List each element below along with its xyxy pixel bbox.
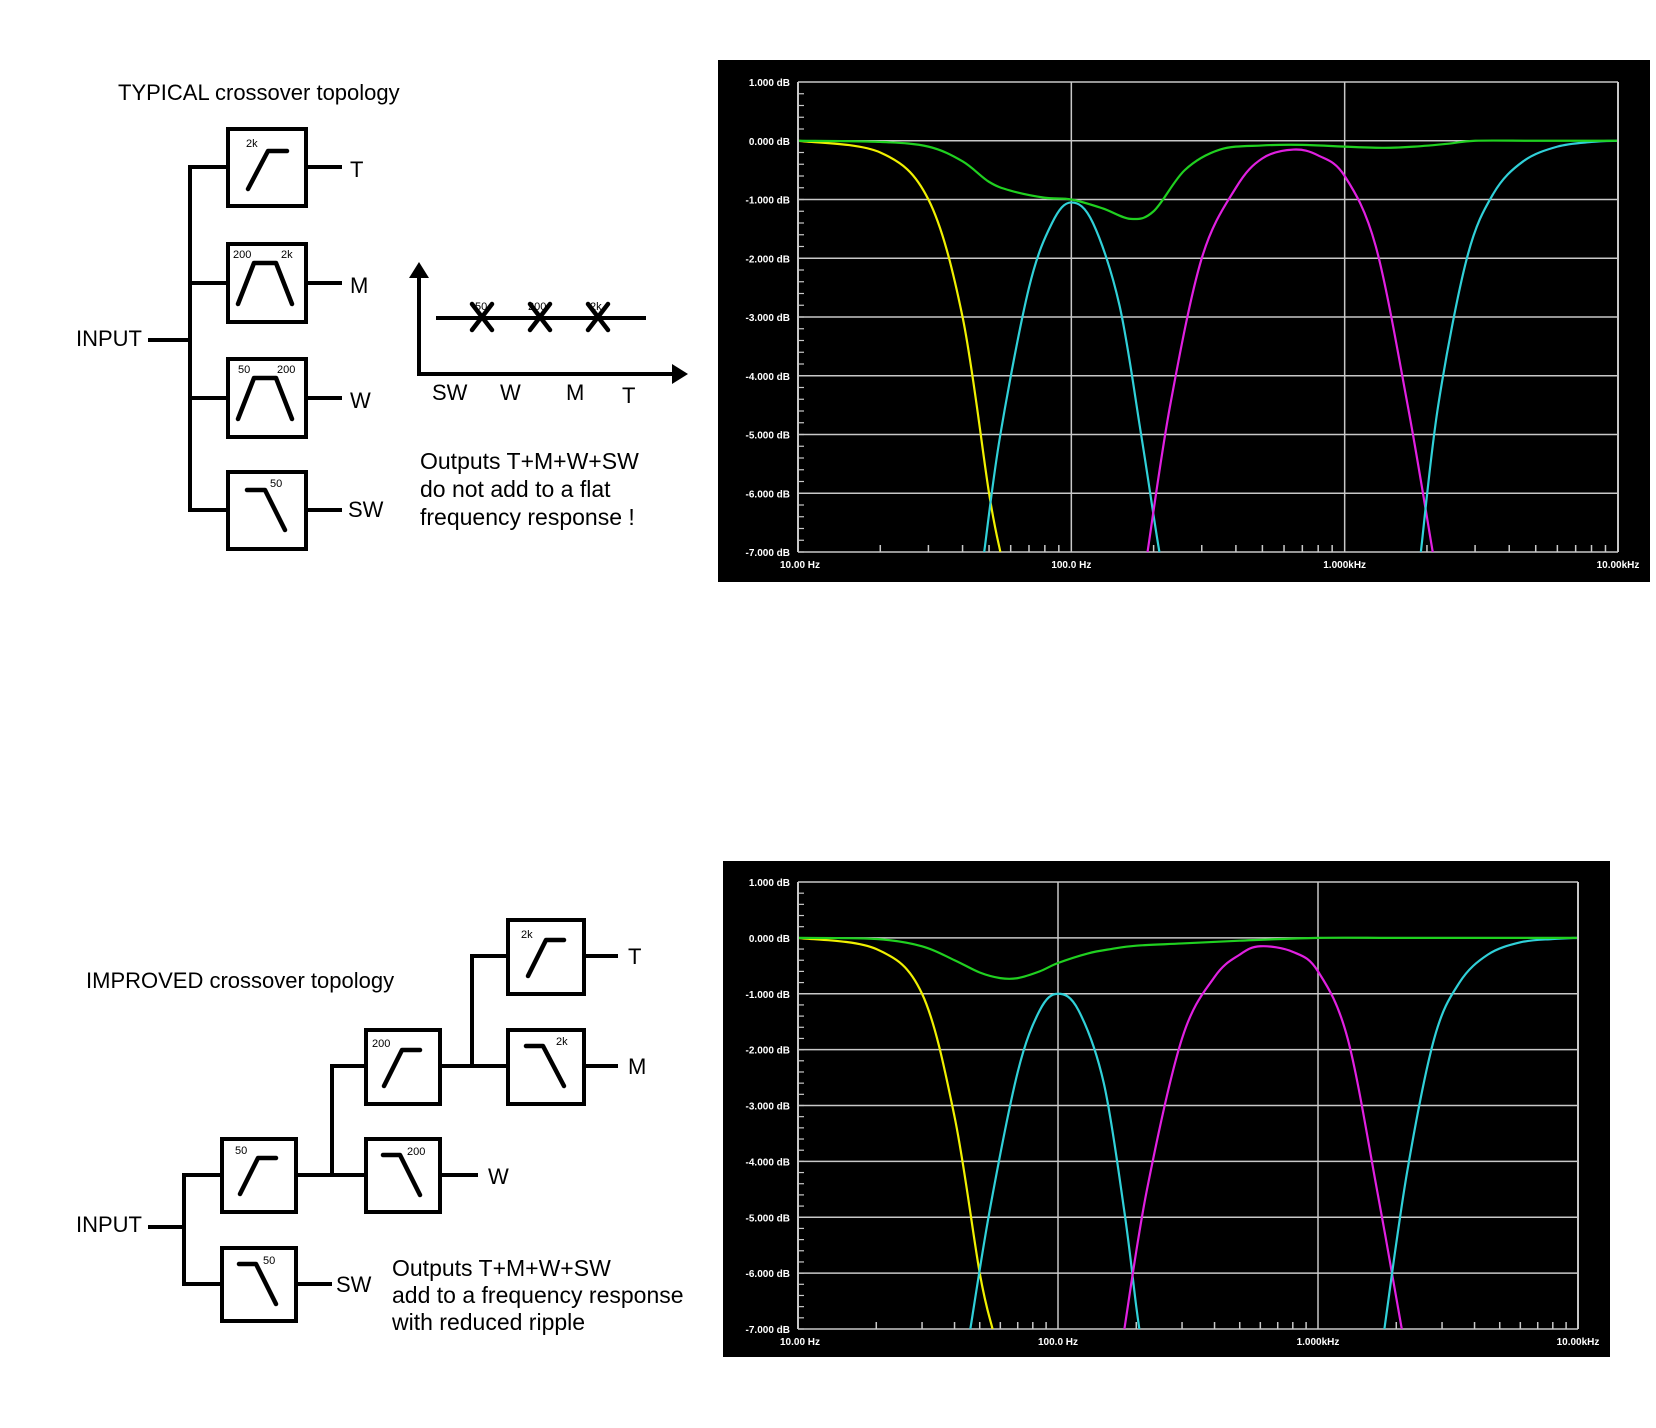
improved-output-m: M: [628, 1054, 646, 1079]
typical-response-plot: 1.000 dB 0.000 dB -1.000 dB -2.000 dB -3.000…: [718, 60, 1650, 582]
typical-title: TYPICAL crossover topology: [118, 80, 400, 105]
typical-output-w: W: [350, 388, 371, 413]
filter-mark: 50: [270, 478, 282, 490]
y-tick-label: -4.000 dB: [746, 372, 790, 383]
x-tick-label: 10.00kHz: [1597, 560, 1640, 571]
y-tick-label: -7.000 dB: [746, 1325, 790, 1336]
typical-output-m: M: [350, 273, 368, 298]
y-tick-label: -3.000 dB: [746, 1102, 790, 1113]
filter-mark: 50: [263, 1255, 275, 1267]
improved-output-w: W: [488, 1164, 509, 1189]
sketch-band-t: T: [622, 383, 635, 408]
x-tick-label: 10.00 Hz: [780, 560, 820, 571]
y-tick-label: -4.000 dB: [746, 1157, 790, 1168]
sketch-band-m: M: [566, 380, 584, 405]
y-tick-label: -5.000 dB: [746, 431, 790, 442]
typical-wiring: [148, 165, 342, 512]
filter-mark: 2k: [521, 929, 533, 941]
typical-filter-t: 2k T: [226, 127, 363, 208]
typical-output-sw: SW: [348, 497, 384, 522]
sketch-band-w: W: [500, 380, 521, 405]
x-tick-label: 1.000kHz: [1297, 1337, 1340, 1348]
x-tick-label: 100.0 Hz: [1038, 1337, 1078, 1348]
improved-filter-lp-2k: 2k M: [506, 1028, 646, 1106]
improved-filter-hp-50: 50: [220, 1137, 298, 1214]
x-tick-label: 1.000kHz: [1323, 560, 1366, 571]
y-tick-label: -1.000 dB: [746, 196, 790, 207]
filter-mark: 50: [238, 364, 250, 376]
typical-filter-w: 50 200 W: [226, 357, 371, 439]
y-tick-label: -6.000 dB: [746, 489, 790, 500]
y-tick-label: 0.000 dB: [749, 934, 790, 945]
x-tick-label: 100.0 Hz: [1051, 560, 1091, 571]
improved-title: IMPROVED crossover topology: [86, 968, 394, 993]
improved-filter-lp-50: 50 SW: [220, 1246, 372, 1323]
improved-filter-hp-2k: 2k T: [506, 918, 641, 996]
filter-mark: 200: [277, 364, 295, 376]
y-tick-label: 1.000 dB: [749, 878, 790, 889]
y-tick-label: -6.000 dB: [746, 1269, 790, 1280]
typical-filter-m: 200 2k M: [226, 242, 368, 324]
sketch-axes: [417, 266, 684, 376]
plot-background: [718, 60, 1650, 582]
improved-output-t: T: [628, 944, 641, 969]
sketch-mark-2k: 2k: [590, 301, 602, 313]
improved-filter-hp-200: 200: [364, 1028, 442, 1106]
improved-topology: IMPROVED crossover topology INPUT 2k T 2…: [76, 918, 684, 1335]
y-tick-label: -7.000 dB: [746, 548, 790, 559]
improved-wiring: [148, 954, 618, 1286]
improved-input-label: INPUT: [76, 1212, 142, 1237]
typical-note-line-3: frequency response !: [420, 504, 635, 530]
plot-background: [723, 861, 1610, 1357]
y-tick-label: -5.000 dB: [746, 1213, 790, 1224]
filter-mark: 2k: [281, 249, 293, 261]
y-tick-label: 0.000 dB: [749, 137, 790, 148]
improved-response-plot: 1.000 dB 0.000 dB -1.000 dB -2.000 dB -3.000…: [723, 861, 1610, 1357]
y-tick-label: -3.000 dB: [746, 313, 790, 324]
y-tick-label: -2.000 dB: [746, 1046, 790, 1057]
sketch-mark-50: 50: [475, 301, 487, 313]
response-sketch: 50 200 2k SW W M T: [409, 262, 688, 408]
x-tick-label: 10.00 Hz: [780, 1337, 820, 1348]
typical-topology: TYPICAL crossover topology INPUT 2k T 20…: [76, 80, 688, 551]
y-tick-label: -2.000 dB: [746, 254, 790, 265]
typical-output-t: T: [350, 157, 363, 182]
filter-mark: 200: [372, 1038, 390, 1050]
crossover-figure: TYPICAL crossover topology INPUT 2k T 20…: [76, 60, 1650, 1357]
improved-note-line-1: Outputs T+M+W+SW: [392, 1255, 611, 1281]
filter-mark: 2k: [246, 138, 258, 150]
sketch-mark-200: 200: [528, 301, 546, 313]
filter-mark: 2k: [556, 1036, 568, 1048]
y-tick-label: 1.000 dB: [749, 78, 790, 89]
improved-note-line-3: with reduced ripple: [391, 1309, 585, 1335]
filter-mark: 50: [235, 1145, 247, 1157]
sketch-arrow-up: [409, 262, 429, 278]
improved-filter-lp-200: 200 W: [364, 1137, 509, 1214]
filter-mark: 200: [233, 249, 251, 261]
x-tick-label: 10.00kHz: [1557, 1337, 1600, 1348]
sketch-arrow-right: [672, 364, 688, 384]
y-tick-label: -1.000 dB: [746, 990, 790, 1001]
typical-note-line-1: Outputs T+M+W+SW: [420, 448, 639, 474]
typical-filter-sw: 50 SW: [226, 470, 384, 551]
typical-note-line-2: do not add to a flat: [420, 476, 611, 502]
improved-output-sw: SW: [336, 1272, 372, 1297]
filter-mark: 200: [407, 1146, 425, 1158]
sketch-band-sw: SW: [432, 380, 468, 405]
improved-note-line-2: add to a frequency response: [392, 1282, 684, 1308]
typical-input-label: INPUT: [76, 326, 142, 351]
